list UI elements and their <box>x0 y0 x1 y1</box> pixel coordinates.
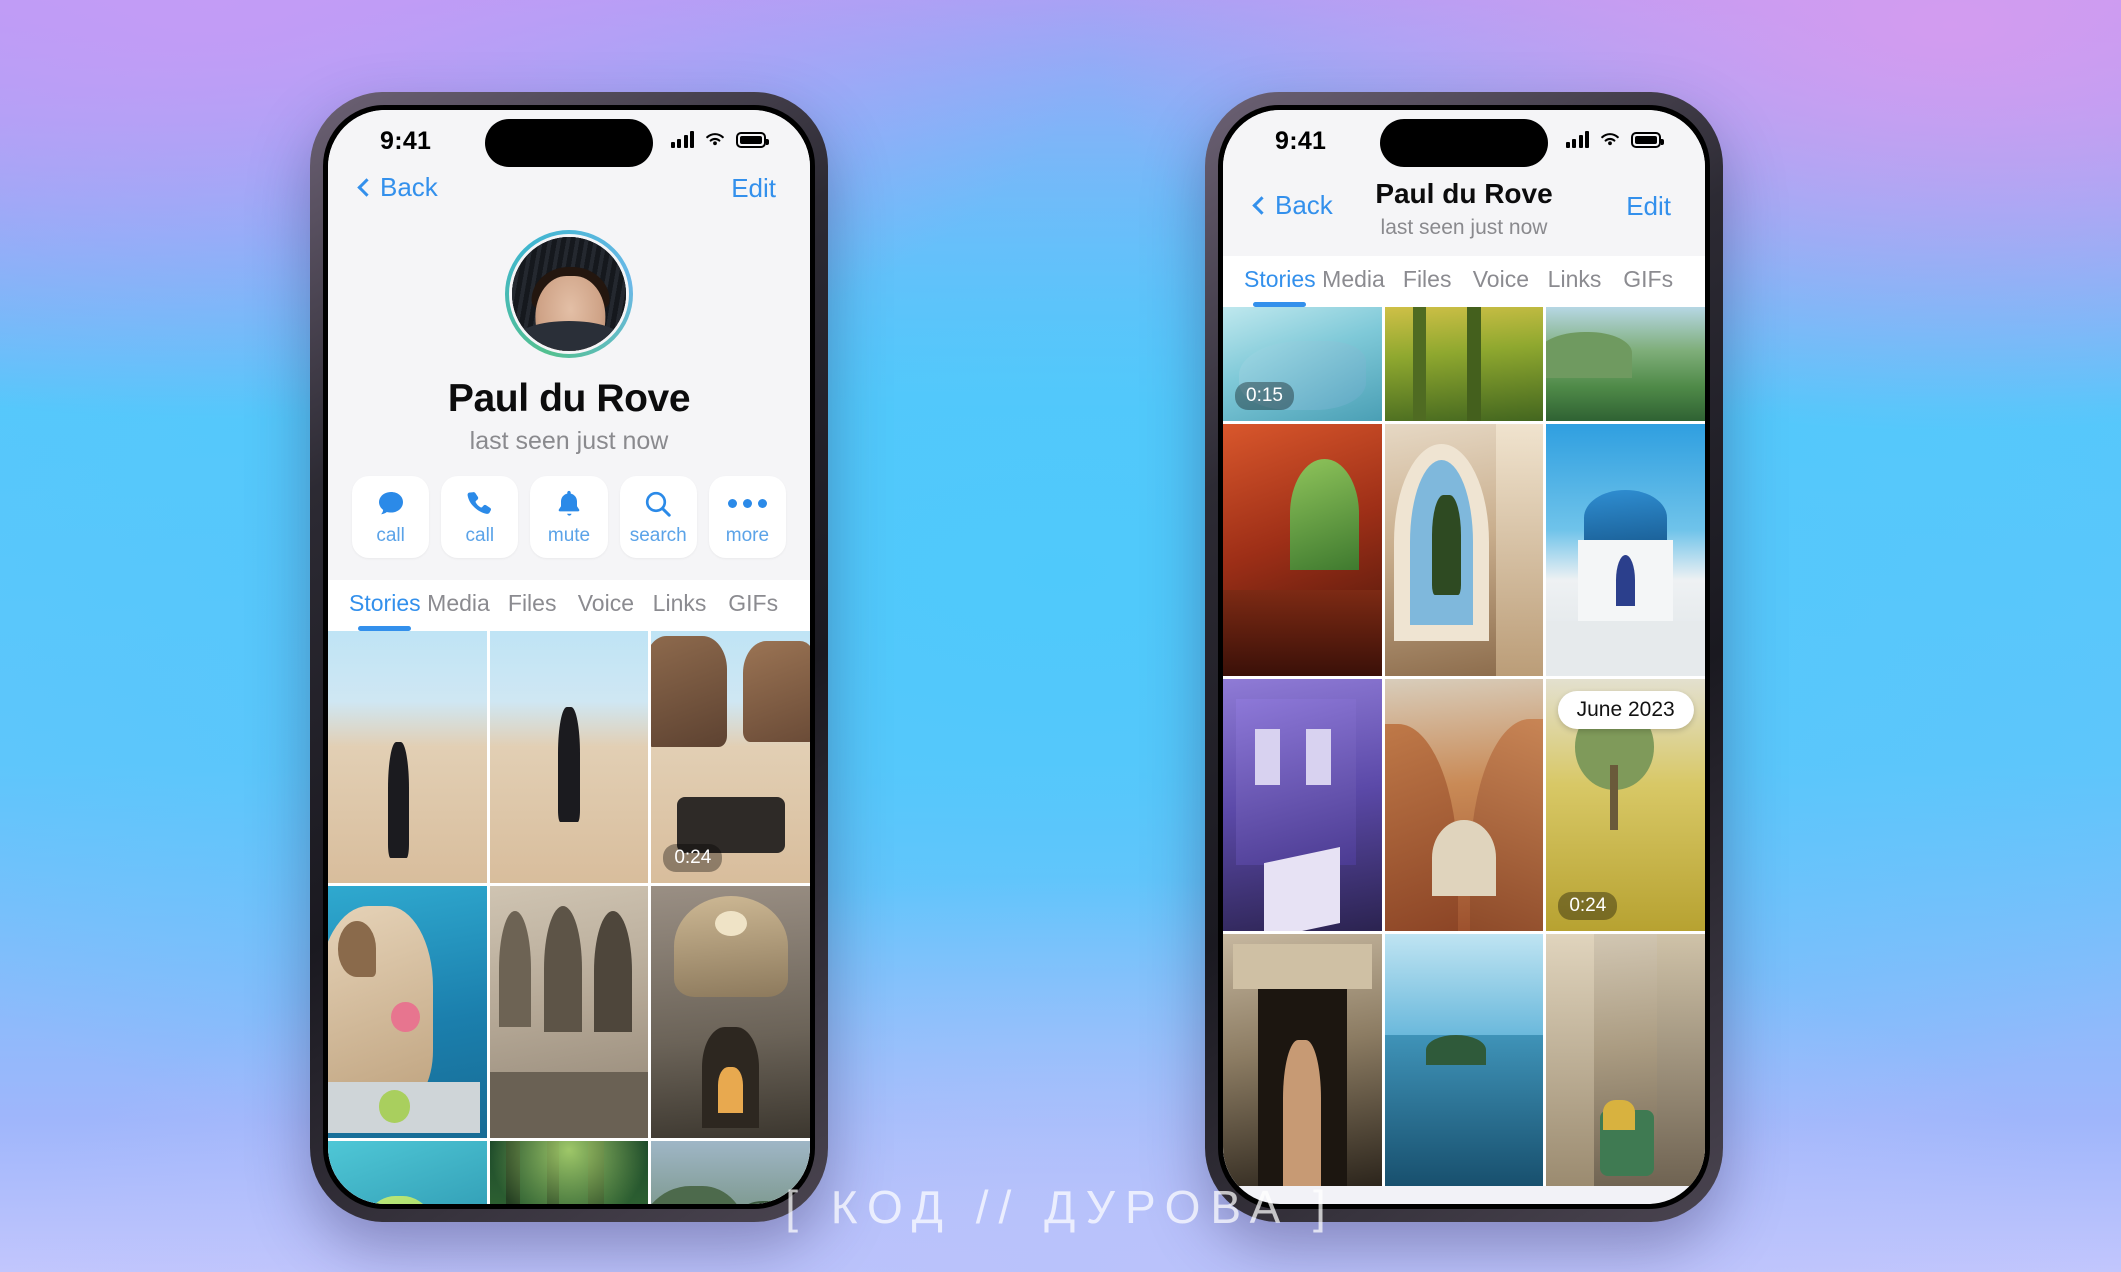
action-more-label: more <box>725 524 770 546</box>
status-bar-time: 9:41 <box>1275 127 1327 155</box>
tab-bar: Stories Media Files Voice Links GIFs <box>328 580 810 631</box>
story-item[interactable] <box>1384 679 1544 931</box>
back-label: Back <box>1275 190 1333 220</box>
action-mute-button[interactable]: mute <box>530 476 608 558</box>
action-chat-button[interactable]: call <box>352 476 430 558</box>
profile-header: Paul du Rove last seen just now <box>328 226 810 476</box>
story-item[interactable] <box>489 631 649 883</box>
date-badge: June 2023 <box>1557 691 1694 730</box>
tab-stories[interactable]: Stories <box>1243 256 1317 307</box>
screen-left: 9:41 Back Edit Paul du Rove last seen ju… <box>328 110 810 1204</box>
status-bar-icons <box>670 130 769 148</box>
ellipsis-icon <box>727 488 767 520</box>
dynamic-island <box>485 119 653 167</box>
stories-grid: 0:24 <box>328 631 810 1204</box>
chevron-left-icon <box>1252 196 1271 215</box>
tab-stories[interactable]: Stories <box>348 580 422 631</box>
tab-links[interactable]: Links <box>643 580 717 631</box>
wifi-icon <box>706 133 724 146</box>
page-title: Paul du Rove <box>1375 178 1553 209</box>
tab-files[interactable]: Files <box>495 580 569 631</box>
battery-icon <box>1631 132 1664 148</box>
story-item[interactable] <box>1546 307 1705 422</box>
bell-icon <box>558 490 580 516</box>
story-item[interactable] <box>651 885 810 1138</box>
status-bar-icons <box>1565 130 1664 148</box>
search-icon <box>646 491 671 517</box>
story-item[interactable] <box>1384 933 1544 1186</box>
story-item[interactable] <box>328 1140 487 1204</box>
back-button[interactable]: Back <box>1252 190 1333 221</box>
status-bar-time: 9:41 <box>380 127 432 155</box>
story-item[interactable] <box>1223 933 1382 1186</box>
profile-status: last seen just now <box>469 427 669 455</box>
phone-bezel: 9:41 Back Paul du Rove last seen just no… <box>1218 105 1710 1209</box>
story-item[interactable]: 0:15 <box>1223 307 1382 422</box>
back-label: Back <box>380 172 438 202</box>
battery-icon <box>736 132 769 148</box>
story-item[interactable] <box>1546 933 1705 1186</box>
action-call-button[interactable]: call <box>441 476 519 558</box>
back-button[interactable]: Back <box>357 172 438 203</box>
action-search-label: search <box>629 524 687 546</box>
wifi-icon <box>1601 133 1619 146</box>
phone-bezel: 9:41 Back Edit Paul du Rove last seen ju… <box>323 105 815 1209</box>
tab-voice[interactable]: Voice <box>1464 256 1538 307</box>
story-item[interactable] <box>1223 424 1382 677</box>
story-item[interactable]: June 2023 0:24 <box>1546 679 1705 931</box>
tab-media[interactable]: Media <box>1317 256 1391 307</box>
action-button-row: call call mute search more <box>328 476 810 580</box>
story-item[interactable] <box>489 885 649 1138</box>
navigation-bar: Back Paul du Rove last seen just now Edi… <box>1223 172 1705 256</box>
story-item[interactable] <box>1384 424 1544 677</box>
tab-gifs[interactable]: GIFs <box>1611 256 1685 307</box>
phone-right: 9:41 Back Paul du Rove last seen just no… <box>1205 92 1723 1222</box>
phone-left: 9:41 Back Edit Paul du Rove last seen ju… <box>310 92 828 1222</box>
story-item[interactable] <box>328 631 487 883</box>
avatar-story-ring[interactable] <box>505 230 633 358</box>
tab-media[interactable]: Media <box>422 580 496 631</box>
tab-links[interactable]: Links <box>1538 256 1612 307</box>
story-item[interactable] <box>328 885 487 1138</box>
story-item[interactable]: 0:24 <box>651 631 810 883</box>
status-bar: 9:41 <box>1223 110 1705 172</box>
action-chat-label: call <box>376 524 405 546</box>
story-item[interactable] <box>489 1140 649 1204</box>
action-search-button[interactable]: search <box>619 476 697 558</box>
story-duration: 0:24 <box>663 843 723 872</box>
story-duration: 0:15 <box>1235 382 1294 411</box>
action-call-label: call <box>465 524 495 546</box>
action-mute-label: mute <box>547 524 591 546</box>
navigation-bar: Back Edit <box>328 172 810 226</box>
avatar[interactable] <box>509 234 629 354</box>
cellular-signal-icon <box>670 131 694 148</box>
tab-gifs[interactable]: GIFs <box>716 580 790 631</box>
action-more-button[interactable]: more <box>708 476 787 558</box>
tab-bar: Stories Media Files Voice Links GIFs <box>1223 256 1705 307</box>
watermark: [ КОД // ДУРОВА ] <box>785 1181 1336 1233</box>
tab-voice[interactable]: Voice <box>569 580 643 631</box>
profile-name: Paul du Rove <box>447 377 691 420</box>
edit-button[interactable]: Edit <box>731 173 776 204</box>
screen-right: 9:41 Back Paul du Rove last seen just no… <box>1223 110 1705 1204</box>
phone-icon <box>467 491 491 514</box>
tab-files[interactable]: Files <box>1390 256 1464 307</box>
story-item[interactable] <box>1223 679 1382 931</box>
story-item[interactable] <box>1546 424 1705 677</box>
edit-button[interactable]: Edit <box>1626 191 1671 222</box>
story-duration: 0:24 <box>1558 891 1618 920</box>
cellular-signal-icon <box>1565 131 1589 148</box>
page-subtitle: last seen just now <box>1380 216 1548 239</box>
story-item[interactable] <box>1384 307 1544 422</box>
stories-grid: 0:15 June 2023 0:24 <box>1223 307 1705 1186</box>
dynamic-island <box>1380 119 1548 167</box>
chat-bubble-icon <box>378 491 403 514</box>
chevron-left-icon <box>357 178 376 197</box>
status-bar: 9:41 <box>328 110 810 172</box>
